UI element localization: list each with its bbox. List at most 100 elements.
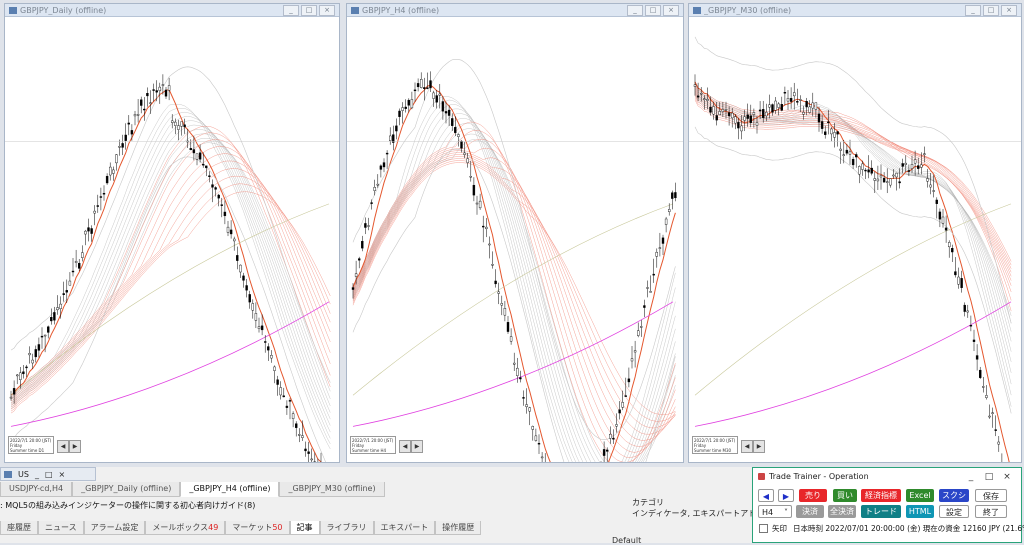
close-button[interactable]: ×: [1001, 5, 1017, 16]
chevron-down-icon: ˅: [784, 506, 788, 519]
candle-body: [218, 195, 220, 198]
candle-body: [112, 170, 114, 174]
trainer-button[interactable]: 決済: [796, 505, 824, 518]
article-title[interactable]: : MQL5の組み込みインジケーターの操作に関する初心者向けガイド(8): [0, 500, 255, 511]
maximize-button[interactable]: □: [45, 470, 53, 479]
candle-body: [448, 110, 450, 115]
close-button[interactable]: ×: [663, 5, 679, 16]
maximize-button[interactable]: □: [980, 472, 998, 482]
maximize-button[interactable]: □: [983, 5, 999, 16]
app-icon: [758, 473, 765, 480]
chart-tabs: USDJPY-cd,H4 _GBPJPY_Daily (offline) _GB…: [0, 482, 385, 497]
candle-body: [985, 395, 987, 397]
toolbox-tab-active[interactable]: 記事: [290, 521, 320, 535]
chart-tab-active[interactable]: _GBPJPY_H4 (offline): [180, 482, 279, 497]
trainer-button[interactable]: ▶: [778, 489, 794, 502]
close-button[interactable]: ×: [59, 470, 66, 479]
nav-right-button[interactable]: ▶: [753, 440, 765, 453]
candle-body: [495, 281, 497, 284]
arrow-checkbox[interactable]: [759, 524, 768, 533]
chart-tab[interactable]: _GBPJPY_Daily (offline): [72, 482, 180, 497]
trainer-button[interactable]: トレード: [861, 505, 901, 518]
trainer-button[interactable]: ◀: [758, 489, 774, 502]
timeframe-select[interactable]: H4˅: [758, 505, 792, 518]
chart-window-titlebar[interactable]: _GBPJPY_M30 (offline) _ □ ×: [689, 4, 1021, 17]
trainer-button[interactable]: スクショ: [939, 489, 969, 502]
toolbox-tab[interactable]: アラーム設定: [84, 521, 146, 535]
candle-body: [728, 113, 730, 116]
nav-left-button[interactable]: ◀: [741, 440, 753, 453]
info-line: Summer time M30: [694, 448, 736, 453]
nav-left-button[interactable]: ◀: [57, 440, 69, 453]
trainer-button[interactable]: 全決済: [828, 505, 856, 518]
trainer-button[interactable]: HTML: [906, 505, 934, 518]
nav-left-button[interactable]: ◀: [399, 440, 411, 453]
nav-right-button[interactable]: ▶: [69, 440, 81, 453]
restore-button[interactable]: _: [35, 470, 39, 479]
price-chart[interactable]: [689, 17, 1021, 462]
candle-body: [731, 113, 733, 118]
toolbox-tab[interactable]: マーケット50: [225, 521, 289, 535]
toolbox-tab[interactable]: メールボックス49: [145, 521, 225, 535]
trainer-button[interactable]: 設定: [939, 505, 969, 518]
chart-window-m30[interactable]: _GBPJPY_M30 (offline) _ □ × 2022/7/1 20:…: [688, 3, 1022, 463]
nav-right-button[interactable]: ▶: [411, 440, 423, 453]
chart-tab[interactable]: USDJPY-cd,H4: [0, 482, 72, 497]
candle-body: [865, 170, 867, 171]
candle-body: [94, 211, 96, 213]
candle-body: [405, 107, 407, 109]
candle-body: [205, 166, 207, 168]
candle-body: [233, 239, 235, 241]
candle-body: [979, 370, 981, 378]
candle-body: [119, 146, 121, 147]
chart-window-h4[interactable]: GBPJPY_H4 (offline) _ □ × 2022/7/1 20:00…: [346, 3, 684, 463]
minimize-button[interactable]: _: [627, 5, 643, 16]
candle-body: [32, 360, 34, 363]
chart-window-daily[interactable]: GBPJPY_Daily (offline) _ □ × 2022/7/1 20…: [4, 3, 340, 463]
trade-trainer-window[interactable]: Trade Trainer - Operation _ □ × ◀ ▶ 売り買い経済…: [752, 467, 1022, 543]
minimize-button[interactable]: _: [962, 472, 980, 482]
candle-body: [806, 101, 808, 107]
toolbox-tab[interactable]: 操作履歴: [435, 521, 481, 535]
candle-body: [892, 175, 894, 176]
candle-body: [815, 103, 817, 110]
candle-body: [855, 155, 857, 158]
toolbox-tab[interactable]: ニュース: [38, 521, 84, 535]
price-chart[interactable]: [5, 17, 339, 462]
close-button[interactable]: ×: [998, 472, 1016, 482]
candle-body: [799, 99, 801, 100]
candle-body: [492, 264, 494, 265]
chart-window-titlebar[interactable]: GBPJPY_Daily (offline) _ □ ×: [5, 4, 339, 17]
candle-body: [358, 259, 360, 261]
trainer-button[interactable]: 売り: [799, 489, 827, 502]
candle-body: [719, 111, 721, 114]
candle-body: [747, 115, 749, 119]
candle-body: [72, 271, 74, 272]
candle-body: [122, 143, 124, 147]
close-button[interactable]: ×: [319, 5, 335, 16]
candle-body: [834, 132, 836, 137]
trade-trainer-titlebar[interactable]: Trade Trainer - Operation _ □ ×: [753, 468, 1021, 485]
toolbox-tab[interactable]: 座履歴: [0, 521, 38, 535]
price-chart[interactable]: [347, 17, 683, 462]
candle-body: [153, 90, 155, 91]
chart-window-titlebar[interactable]: GBPJPY_H4 (offline) _ □ ×: [347, 4, 683, 17]
trainer-button[interactable]: 買い: [833, 489, 857, 502]
candle-body: [796, 101, 798, 102]
trainer-button[interactable]: 終了: [975, 505, 1007, 518]
chart-window-title: GBPJPY_Daily (offline): [20, 6, 281, 15]
toolbox-tab[interactable]: エキスパート: [374, 521, 436, 535]
minimize-button[interactable]: _: [965, 5, 981, 16]
maximize-button[interactable]: □: [645, 5, 661, 16]
ma-ribbon-grey: [11, 108, 330, 444]
candle-body: [352, 288, 354, 290]
minimize-button[interactable]: _: [283, 5, 299, 16]
minimized-window[interactable]: US _ □ ×: [0, 467, 96, 481]
maximize-button[interactable]: □: [301, 5, 317, 16]
trainer-button[interactable]: 保存: [975, 489, 1007, 502]
trainer-button[interactable]: 経済指標: [861, 489, 901, 502]
candle-body: [725, 109, 727, 110]
chart-tab[interactable]: _GBPJPY_M30 (offline): [279, 482, 384, 497]
toolbox-tab[interactable]: ライブラリ: [320, 521, 374, 535]
trainer-button[interactable]: Excel: [906, 489, 934, 502]
